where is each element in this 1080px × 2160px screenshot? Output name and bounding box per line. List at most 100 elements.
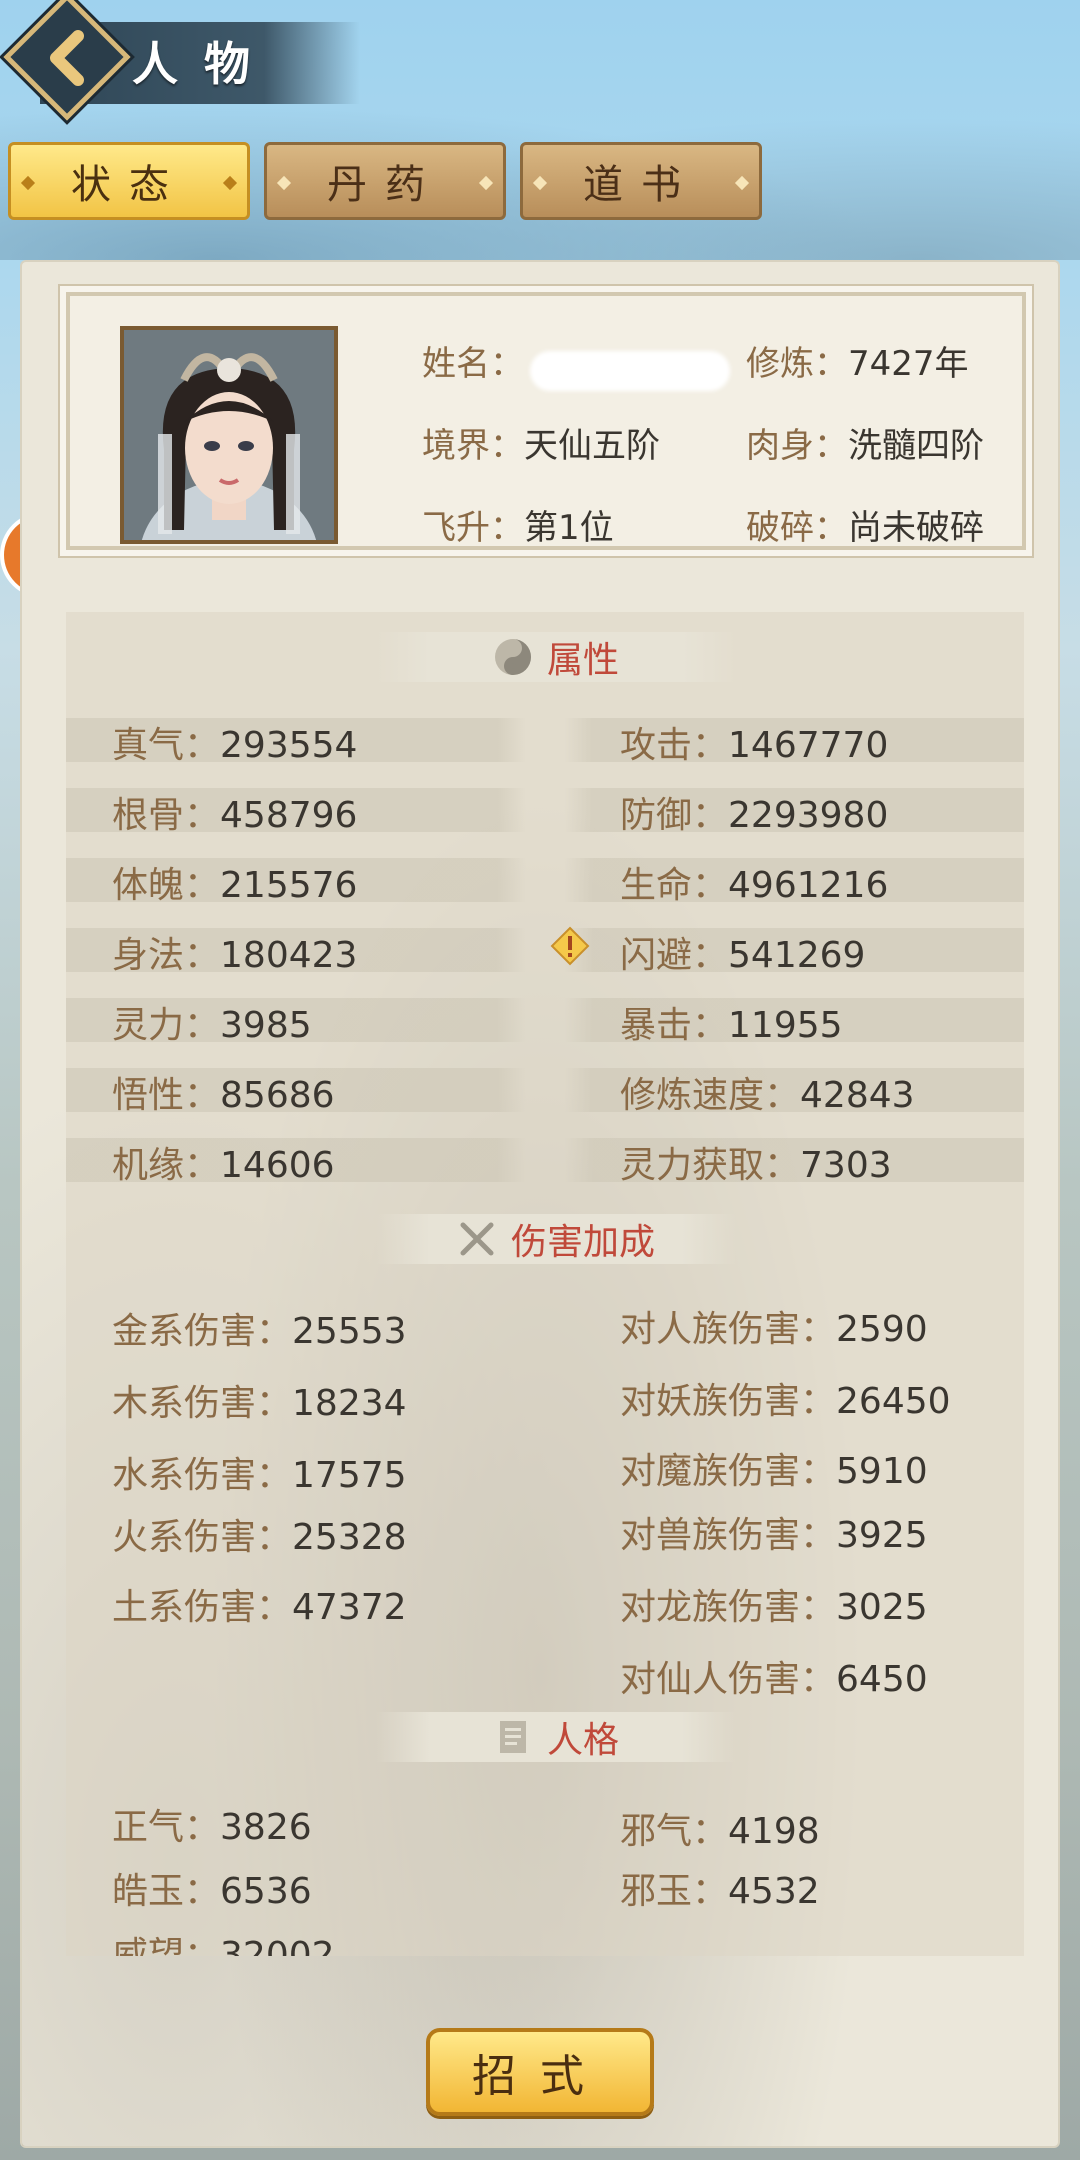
tab-ornament [222,175,238,191]
stat-value: 4532 [728,1871,820,1912]
stat-crit: 暴击：11955 [620,996,843,1048]
page-title: 人物 [132,37,276,91]
stat-label: 土系伤害： [112,1587,293,1628]
stat-zhenqi: 真气：293554 [112,716,357,768]
chevron-left-icon[interactable] [38,28,98,88]
name-field: 姓名： [422,336,524,385]
shatter-value: 尚未破碎 [848,508,984,548]
section-title: 人格 [546,1720,619,1761]
stat-label: 闪避： [620,935,729,976]
stat-label: 根骨： [112,795,221,836]
realm-label: 境界： [422,426,524,466]
stat-value: 42843 [800,1075,915,1116]
stat-label: 火系伤害： [112,1517,293,1558]
stat-label: 威望： [112,1935,221,1956]
tab-taoist-books[interactable]: 道书 [520,142,762,220]
stat-value: 180423 [220,935,358,976]
tab-label: 状态 [71,162,187,208]
stat-label: 防御： [620,795,729,836]
stat-label: 邪气： [620,1811,729,1852]
tab-ornament [276,175,292,191]
stat-lingli: 灵力：3985 [112,996,312,1048]
stat-value: 26450 [836,1381,951,1422]
stat-dodge: 闪避：541269 [620,926,865,978]
stat-label: 对人族伤害： [620,1309,837,1350]
stat-label: 灵力获取： [620,1145,801,1186]
body-field: 肉身：洗髓四阶 [746,418,984,467]
stat-label: 正气： [112,1807,221,1848]
stat-value: 25553 [292,1311,407,1352]
personality-prestige: 威望：32002 [112,1926,335,1956]
tab-label: 丹药 [327,162,443,208]
warning-icon[interactable] [550,926,590,966]
damage-fire: 火系伤害：25328 [112,1508,407,1560]
stat-label: 皓玉： [112,1871,221,1912]
stat-value: 3925 [836,1515,928,1556]
stat-value: 18234 [292,1383,407,1424]
stat-value: 7303 [800,1145,892,1186]
stat-value: 25328 [292,1517,407,1558]
body-label: 肉身： [746,426,848,466]
stat-value: 293554 [220,725,358,766]
stat-value: 17575 [292,1455,407,1496]
stat-label: 暴击： [620,1005,729,1046]
document-icon [493,1717,533,1757]
shatter-field: 破碎：尚未破碎 [746,500,984,549]
personality-haoyu: 皓玉：6536 [112,1862,312,1914]
stat-label: 邪玉： [620,1871,729,1912]
stat-tipo: 体魄：215576 [112,856,357,908]
damage-earth: 土系伤害：47372 [112,1578,407,1630]
stat-value: 215576 [220,865,358,906]
profile-card: 姓名： 修炼：7427年 境界：天仙五阶 肉身：洗髓四阶 飞升：第1位 破碎：尚… [66,292,1026,550]
skills-button[interactable]: 招式 [426,2028,654,2116]
tab-ornament [734,175,750,191]
stat-label: 水系伤害： [112,1455,293,1496]
stat-label: 悟性： [112,1075,221,1116]
stat-label: 金系伤害： [112,1311,293,1352]
stat-label: 机缘： [112,1145,221,1186]
stat-value: 3025 [836,1587,928,1628]
tab-elixir[interactable]: 丹药 [264,142,506,220]
avatar[interactable] [120,326,338,544]
tab-status[interactable]: 状态 [8,142,250,220]
personality-xieyu: 邪玉：4532 [620,1862,820,1914]
tab-ornament [532,175,548,191]
stat-value: 6450 [836,1659,928,1700]
stat-value: 2590 [836,1309,928,1350]
body-value: 洗髓四阶 [848,426,984,466]
stat-shenfa: 身法：180423 [112,926,357,978]
stat-value: 3826 [220,1807,312,1848]
stat-value: 6536 [220,1871,312,1912]
realm-value: 天仙五阶 [524,426,660,466]
cultivation-field: 修炼：7427年 [746,336,969,385]
stat-jiyuan: 机缘：14606 [112,1136,335,1188]
stat-value: 47372 [292,1587,407,1628]
stat-label: 对龙族伤害： [620,1587,837,1628]
crossed-swords-icon [457,1219,497,1259]
section-title: 属性 [546,640,619,681]
stat-defense: 防御：2293980 [620,786,888,838]
stat-lingli-gain: 灵力获取：7303 [620,1136,892,1188]
stat-value: 4961216 [728,865,889,906]
stat-label: 灵力： [112,1005,221,1046]
stat-value: 3985 [220,1005,312,1046]
tab-ornament [20,175,36,191]
tab-label: 道书 [583,162,699,208]
stat-value: 4198 [728,1811,820,1852]
damage-metal: 金系伤害：25553 [112,1302,407,1354]
damage-vs-demon: 对魔族伤害：5910 [620,1442,928,1494]
damage-vs-immortal: 对仙人伤害：6450 [620,1650,928,1702]
section-banner-damage: 伤害加成 [376,1214,736,1264]
damage-water: 水系伤害：17575 [112,1446,407,1498]
stat-label: 对妖族伤害： [620,1381,837,1422]
stat-label: 真气： [112,725,221,766]
stat-label: 对兽族伤害： [620,1515,837,1556]
stat-value: 1467770 [728,725,889,766]
main-panel: 姓名： 修炼：7427年 境界：天仙五阶 肉身：洗髓四阶 飞升：第1位 破碎：尚… [22,262,1058,2146]
stats-area: 属性 真气：293554 攻击：1467770 根骨：458796 防御：229… [66,612,1024,1956]
stat-cultivation-speed: 修炼速度：42843 [620,1066,915,1118]
damage-vs-dragon: 对龙族伤害：3025 [620,1578,928,1630]
damage-vs-demon-beast: 对妖族伤害：26450 [620,1372,951,1424]
stat-value: 2293980 [728,795,889,836]
shatter-label: 破碎： [746,508,848,548]
